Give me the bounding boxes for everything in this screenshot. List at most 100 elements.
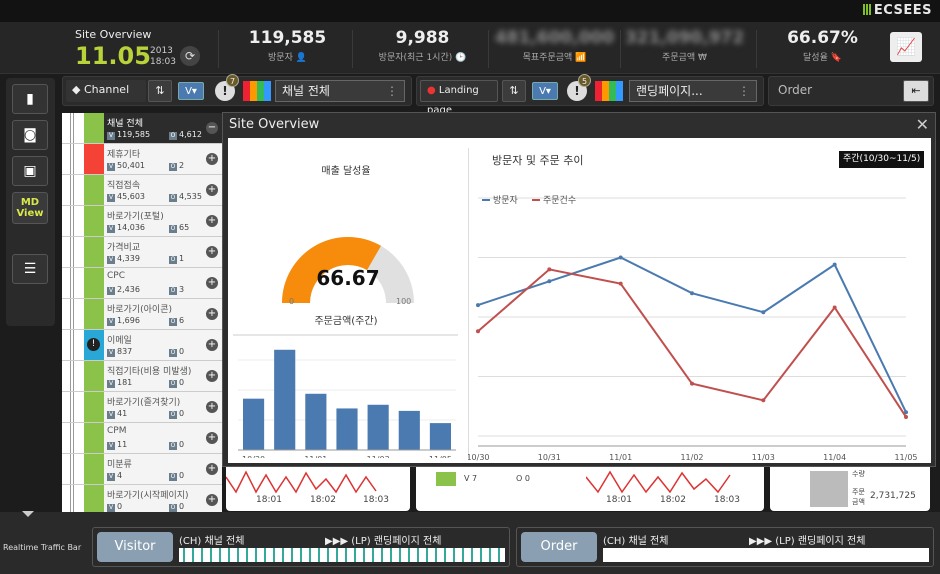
bar-chart-title: 주문금액(주간) — [314, 316, 378, 327]
channel-row[interactable]: 바로가기(즐겨찾기) V 41 O 0 + — [62, 392, 222, 423]
channel-status — [84, 423, 104, 453]
bar — [336, 408, 358, 450]
bg-o: O 0 — [516, 474, 530, 483]
channel-row[interactable]: 제휴기타 V 50,401 O 2 + — [62, 144, 222, 175]
close-icon[interactable]: ✕ — [916, 115, 929, 134]
product-image — [810, 471, 848, 507]
bookmark-icon[interactable]: ▮ — [12, 84, 48, 114]
channel-row[interactable]: 직접접속 V 45,603 O 4,535 + — [62, 175, 222, 206]
channel-row[interactable]: 바로가기(포털) V 14,036 O 65 + — [62, 206, 222, 237]
order-traffic-bar — [603, 548, 929, 562]
stat-visitors: 119,585 방문자 👤 — [248, 28, 327, 63]
channel-row[interactable]: 바로가기(시작페이지) V0O0 + — [62, 485, 222, 513]
bg-visitor-panel: 18:01 18:02 18:03 — [226, 467, 410, 511]
collapse-icon[interactable]: − — [206, 122, 218, 134]
expand-plus-icon[interactable]: + — [206, 432, 218, 444]
stat-visitors-hour: 9,988 방문자(최근 1시간) 🕒 — [378, 28, 467, 63]
stat-target-amount: 481,600,000 목표주문금액 📶 — [494, 28, 615, 63]
order-button[interactable]: Order — [521, 532, 597, 562]
channel-row[interactable]: 채널 전체 V 119,585 O 4,612 − — [62, 113, 222, 144]
x-tick-label: 10/30 — [242, 455, 265, 458]
visitor-button[interactable]: Visitor — [97, 532, 173, 562]
bar — [429, 423, 451, 450]
channel-stats: V 1,696 O 6 — [107, 316, 185, 326]
channel-row[interactable]: ! 이메일 V 837 O 0 + — [62, 330, 222, 361]
list-icon[interactable]: ☰ — [12, 254, 48, 284]
overview-year-time: 2013 18:03 — [150, 46, 176, 67]
order-traffic-panel: Order (CH) 채널 전체 ▶▶▶ (LP) 랜딩페이지 전체 — [516, 527, 934, 567]
channel-name: 바로가기(아이콘) — [107, 305, 172, 315]
expand-plus-icon[interactable]: + — [206, 339, 218, 351]
bg-time: 18:03 — [714, 495, 740, 505]
expand-plus-icon[interactable]: + — [206, 153, 218, 165]
layout-icon[interactable]: ▣ — [12, 156, 48, 186]
row-stripe — [62, 361, 84, 391]
channel-row[interactable]: 미분류 V4O0 + — [62, 454, 222, 485]
channel-row[interactable]: 직접기타(비용 미발생) V 181 O 0 + — [62, 361, 222, 392]
row-stripe — [62, 392, 84, 422]
channel-name: 바로가기(포털) — [107, 212, 164, 222]
channel-name: 가격비교 — [107, 243, 141, 253]
landing-swap-icon[interactable]: ⇅ — [502, 80, 526, 102]
channel-color-icon[interactable] — [243, 81, 271, 101]
channel-name: 제휴기타 — [107, 150, 141, 160]
channel-stats: V 4,339 O 1 — [107, 254, 185, 264]
x-tick-label: 11/01 — [304, 455, 327, 458]
bar — [274, 349, 296, 450]
channel-status — [84, 454, 104, 484]
swap-icon[interactable]: ⇅ — [148, 80, 172, 102]
expand-plus-icon[interactable]: + — [206, 215, 218, 227]
expand-plus-icon[interactable]: + — [206, 463, 218, 475]
channel-view-toggle[interactable]: V▾ — [178, 82, 204, 100]
order-select[interactable]: Order — [772, 80, 892, 102]
channel-name: 바로가기(시작페이지) — [107, 491, 189, 501]
expand-arrow-icon[interactable] — [22, 511, 34, 517]
expand-plus-icon[interactable]: + — [206, 308, 218, 320]
row-stripe — [62, 454, 84, 484]
stats-bar: Site Overview 11.05 2013 18:03 ⟳ 119,585 방… — [0, 22, 940, 74]
channel-alert-badge: 7 — [226, 74, 239, 87]
channel-stats: V 50,401 O 2 — [107, 161, 185, 171]
expand-plus-icon[interactable]: + — [206, 494, 218, 506]
channel-row[interactable]: CPM V 11 O 0 + — [62, 423, 222, 454]
overview-title: Site Overview — [75, 28, 152, 41]
expand-plus-icon[interactable]: + — [206, 401, 218, 413]
landing-color-icon[interactable] — [595, 81, 623, 101]
channel-stats: V 41 O 0 — [107, 409, 185, 419]
md-view-button[interactable]: MD View — [12, 192, 48, 224]
chart-view-button[interactable]: 📈 — [890, 32, 922, 62]
channel-stats: V0O0 — [107, 502, 185, 512]
landing-view-toggle[interactable]: V▾ — [532, 82, 558, 100]
camera-icon[interactable]: ◙ — [12, 120, 48, 150]
expand-plus-icon[interactable]: + — [206, 370, 218, 382]
expand-plus-icon[interactable]: + — [206, 184, 218, 196]
collapse-icon[interactable]: ⇤ — [903, 80, 929, 102]
bar — [398, 410, 420, 450]
visitor-lp: ▶▶▶ (LP) 랜딩페이지 전체 — [325, 536, 442, 547]
channel-row[interactable]: CPC V 2,436 O 3 + — [62, 268, 222, 299]
visitor-traffic-bar — [179, 548, 505, 562]
bg-time: 18:02 — [310, 495, 336, 505]
x-tick-label: 11/01 — [609, 453, 632, 462]
data-point — [618, 281, 623, 286]
row-stripe — [62, 175, 84, 205]
refresh-icon[interactable]: ⟳ — [180, 46, 200, 66]
channel-row[interactable]: 바로가기(아이콘) V 1,696 O 6 + — [62, 299, 222, 330]
channel-stats: V 2,436 O 3 — [107, 285, 185, 295]
landing-select[interactable]: 랜딩페이지... ⋮ — [629, 80, 757, 102]
series-line — [477, 256, 907, 413]
channel-row[interactable]: 가격비교 V 4,339 O 1 + — [62, 237, 222, 268]
legend-label: 방문자 — [493, 195, 519, 206]
data-point — [547, 279, 552, 284]
channel-label: ◆ Channel — [66, 80, 146, 102]
expand-plus-icon[interactable]: + — [206, 277, 218, 289]
gauge-min: 0 — [289, 297, 295, 306]
channel-stats: V 181 O 0 — [107, 378, 185, 388]
landing-filter: ● Landing page ⇅ V▾ ! 5 랜딩페이지... ⋮ — [416, 74, 764, 116]
expand-plus-icon[interactable]: + — [206, 246, 218, 258]
channel-stats: V 45,603 O 4,535 — [107, 192, 202, 202]
channel-select[interactable]: 채널 전체 ⋮ — [275, 80, 405, 102]
realtime-traffic-label: Realtime Traffic Bar — [3, 543, 82, 552]
row-stripe — [62, 485, 84, 513]
row-stripe — [62, 299, 84, 329]
